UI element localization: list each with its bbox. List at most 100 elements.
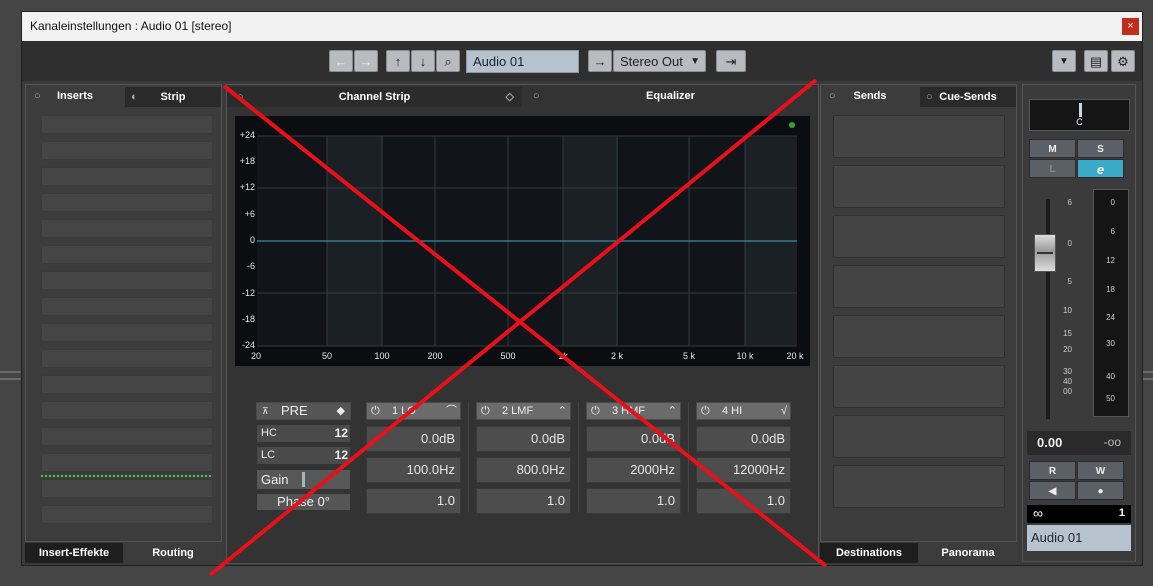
band-2-q[interactable]: 1.0 [476,488,571,514]
send-slot[interactable] [833,465,1005,508]
insert-slot[interactable] [41,297,213,316]
record-enable-button[interactable]: ● [1077,481,1124,500]
insert-slot[interactable] [41,479,213,498]
tab-channel-strip[interactable]: ○ Channel Strip ◇ [227,87,522,107]
meter-scale-label: 12 [1106,256,1115,265]
mute-button[interactable]: M [1029,139,1076,158]
send-slot[interactable] [833,115,1005,158]
low-cut-filter[interactable]: LC 12 [256,446,351,465]
band-3-header[interactable]: ⏻ 3 HMF ⌃ [586,402,681,420]
close-button[interactable]: × [1122,18,1139,35]
insert-slot[interactable] [41,115,213,134]
high-cut-filter[interactable]: HC 12 [256,424,351,443]
band-4-frequency[interactable]: 12000Hz [696,457,791,483]
gain-slider[interactable]: Gain [256,469,351,490]
phase-button[interactable]: Phase 0° [256,493,351,511]
band-2-frequency[interactable]: 800.0Hz [476,457,571,483]
insert-slot[interactable] [41,453,213,472]
band-1-gain[interactable]: 0.0dB [366,426,461,452]
back-button[interactable]: ← [329,50,353,72]
insert-slot[interactable] [41,323,213,342]
next-channel-button[interactable]: ↓ [411,50,435,72]
tab-strip[interactable]: ◐ Strip [125,87,221,107]
monitor-button[interactable]: ◀ [1029,481,1076,500]
insert-slot[interactable] [41,141,213,160]
gain-slider-handle[interactable] [302,472,305,487]
power-icon[interactable]: ⏻ [591,403,600,419]
previous-channel-button[interactable]: ↑ [386,50,410,72]
y-tick-label: +18 [239,156,255,166]
write-automation-button[interactable]: W [1077,461,1124,480]
filter-type-icon[interactable]: √ [781,403,787,419]
band-3-q[interactable]: 1.0 [586,488,681,514]
tab-panorama[interactable]: Panorama [919,543,1017,563]
channel-number-bar: ∞ 1 [1027,505,1131,523]
send-slot[interactable] [833,265,1005,308]
band-2-header[interactable]: ⏻ 2 LMF ⌃ [476,402,571,420]
tab-cue-sends[interactable]: ○ Cue-Sends [920,87,1016,107]
insert-slot[interactable] [41,427,213,446]
send-slot[interactable] [833,315,1005,358]
insert-slot[interactable] [41,401,213,420]
listen-button[interactable]: L [1029,159,1076,178]
bypass-icon[interactable]: ◆ [337,403,345,419]
band-4-header[interactable]: ⏻ 4 HI √ [696,402,791,420]
insert-slot[interactable] [41,167,213,186]
y-tick-label: -6 [246,261,255,271]
search-icon[interactable]: ⌕ [436,50,460,72]
tab-insert-effects[interactable]: Insert-Effekte [25,543,123,563]
lc-slope: 12 [334,448,348,462]
band-4-gain[interactable]: 0.0dB [696,426,791,452]
y-tick-label: -12 [241,288,255,298]
band-1-header[interactable]: ⏻ 1 LO ⌒ [366,402,461,420]
band-3-gain[interactable]: 0.0dB [586,426,681,452]
tab-sends[interactable]: ○ Sends [821,85,919,107]
eq-curve-display[interactable]: +24 +18 +12 +6 0 -6 -12 -18 -24 20 50 10… [235,116,810,366]
send-slot[interactable] [833,365,1005,408]
insert-slot[interactable] [41,505,213,524]
insert-slot[interactable] [41,245,213,264]
power-icon[interactable]: ⏻ [371,403,380,419]
peak-value[interactable]: -oo [1104,435,1121,449]
output-routing-selector[interactable]: Stereo Out ▼ [613,50,706,72]
filter-type-icon[interactable]: ⌃ [558,403,567,419]
fader-scale-label: 10 [1063,306,1072,315]
routing-editor-button[interactable]: ⇥ [716,50,746,72]
send-slot[interactable] [833,215,1005,258]
y-tick-label: +24 [239,130,255,140]
edit-channel-button[interactable]: e [1077,159,1124,178]
band-2-gain[interactable]: 0.0dB [476,426,571,452]
insert-slot[interactable] [41,271,213,290]
tab-destinations[interactable]: Destinations [820,543,918,563]
forward-button[interactable]: → [354,50,378,72]
x-tick-label: 500 [500,351,516,361]
band-1-q[interactable]: 1.0 [366,488,461,514]
meter-scale-label: 50 [1106,394,1115,403]
power-icon[interactable]: ⏻ [701,403,710,419]
send-slot[interactable] [833,165,1005,208]
channel-name-field[interactable]: Audio 01 [466,50,579,73]
solo-button[interactable]: S [1077,139,1124,158]
band-1-frequency[interactable]: 100.0Hz [366,457,461,483]
pan-control[interactable]: C [1029,99,1130,131]
insert-slot[interactable] [41,349,213,368]
tab-routing[interactable]: Routing [124,543,222,563]
read-automation-button[interactable]: R [1029,461,1076,480]
pre-section-header[interactable]: ⊼ PRE ◆ [256,402,351,420]
insert-slot[interactable] [41,193,213,212]
send-slot[interactable] [833,415,1005,458]
filter-type-icon[interactable]: ⌃ [668,403,677,419]
filter-type-icon[interactable]: ⌒ [446,403,457,419]
band-3-frequency[interactable]: 2000Hz [586,457,681,483]
power-icon[interactable]: ⏻ [481,403,490,419]
insert-slot[interactable] [41,219,213,238]
menu-button[interactable]: ▼ [1052,50,1076,72]
gear-icon[interactable]: ⚙ [1111,50,1135,72]
channel-name-label[interactable]: Audio 01 [1027,525,1131,551]
window-layout-button[interactable]: ▤ [1084,50,1108,72]
tab-equalizer[interactable]: ○ Equalizer [523,85,818,107]
insert-slot[interactable] [41,375,213,394]
volume-value[interactable]: 0.00 [1037,435,1062,450]
band-4-q[interactable]: 1.0 [696,488,791,514]
tab-inserts[interactable]: ○ Inserts [26,85,124,107]
